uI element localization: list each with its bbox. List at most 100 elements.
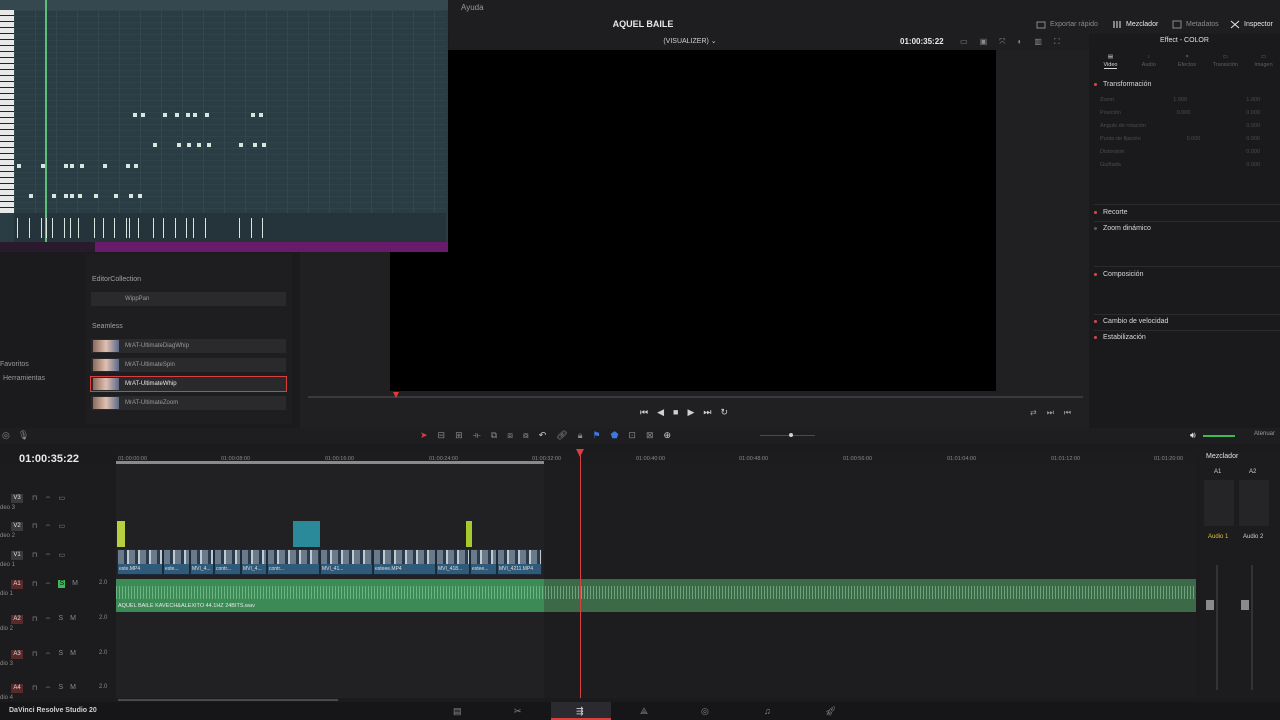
lock-icon[interactable]: ⊓ [32, 551, 37, 559]
lock-icon[interactable]: ⊓ [32, 684, 37, 692]
volume-icon[interactable]: 🔊︎ [1190, 430, 1196, 441]
inspector-button[interactable]: Inspector [1230, 20, 1273, 29]
lock-icon[interactable]: ⊓ [32, 494, 37, 502]
fusion-page-icon[interactable]: ⟁ [640, 706, 648, 717]
section-transform[interactable]: Transformación [1094, 81, 1280, 88]
video-clip[interactable]: MVI_41... [320, 549, 373, 575]
effect-item[interactable]: MrAT-UltimateZoom [91, 396, 286, 410]
section-stabilization[interactable]: Estabilización [1094, 334, 1280, 341]
video-clip[interactable]: MVI_4... [241, 549, 267, 575]
section-speed-change[interactable]: Cambio de velocidad [1094, 318, 1280, 325]
velocity-bar[interactable] [193, 218, 194, 238]
midi-note[interactable] [17, 164, 21, 168]
monitor-icon[interactable]: ▭ [58, 522, 65, 530]
lock-icon[interactable]: ⊓ [32, 522, 37, 530]
video-clip[interactable]: MVI_418... [436, 549, 470, 575]
media-page-icon[interactable]: ▤ [453, 706, 462, 717]
mixer-button[interactable]: Mezclador [1112, 20, 1158, 29]
auto-select-icon[interactable]: ⇔ [44, 551, 51, 559]
track-id-badge[interactable]: A2 [11, 615, 23, 624]
match-frame-icon[interactable]: ⇄ [1030, 408, 1037, 418]
zoom-detail-icon[interactable]: ⊠ [646, 430, 654, 441]
velocity-bar[interactable] [251, 218, 252, 238]
midi-note[interactable] [80, 164, 84, 168]
section-dynamic-zoom[interactable]: Zoom dinámico [1094, 225, 1280, 232]
velocity-bar[interactable] [29, 218, 30, 238]
piano-roll-grid[interactable] [14, 10, 446, 213]
midi-note[interactable] [41, 164, 45, 168]
prev-edit-icon[interactable]: ⏮ [1064, 408, 1071, 418]
param-row[interactable]: Guiñada 0.000 [1100, 162, 1260, 168]
midi-note[interactable] [153, 143, 157, 147]
lock-icon[interactable]: ⊓ [32, 580, 37, 588]
mute-button[interactable]: M [70, 684, 76, 692]
viewer-playhead[interactable] [393, 392, 399, 398]
video-clip[interactable]: este... [163, 549, 190, 575]
v2-clip[interactable] [293, 521, 320, 547]
midi-note[interactable] [141, 113, 145, 117]
skip-end-icon[interactable]: ⏭ [703, 407, 711, 418]
auto-select-icon[interactable]: ⇔ [44, 522, 51, 530]
zoom-custom-icon[interactable]: ⊕ [663, 430, 671, 441]
midi-note[interactable] [29, 194, 33, 198]
dynamic-trim-icon[interactable]: ⊞ [455, 430, 463, 441]
midi-note[interactable] [64, 194, 68, 198]
lock-icon[interactable]: ⊓ [32, 615, 37, 623]
overwrite-icon[interactable]: ⧈ [507, 430, 513, 441]
mute-button[interactable]: M [70, 615, 76, 623]
track-id-badge[interactable]: A1 [11, 580, 23, 589]
play-icon[interactable]: ▶ [687, 407, 694, 418]
blade-tool-icon[interactable]: ⟛ [473, 430, 481, 441]
section-composite[interactable]: Composición [1094, 271, 1280, 278]
zoom-slider-knob[interactable] [789, 433, 793, 437]
zoom-slider[interactable] [760, 435, 815, 436]
midi-note[interactable] [129, 194, 133, 198]
param-row[interactable]: Punto de fijación 0.000 0.000 [1100, 136, 1260, 142]
velocity-bar[interactable] [70, 218, 71, 238]
viewer-selector[interactable]: (VISUALIZER) ⌄ [640, 37, 740, 45]
video-clip[interactable]: MVI_4... [190, 549, 214, 575]
tab-effects[interactable]: ✦ Efectos [1171, 54, 1204, 69]
auto-select-icon[interactable]: ⇔ [44, 494, 51, 502]
trim-tool-icon[interactable]: ⊟ [438, 430, 446, 441]
viewer-fullscreen-icon[interactable]: ⛶ [1054, 37, 1060, 47]
piano-keys[interactable] [0, 10, 14, 213]
selection-tool-icon[interactable]: ➤ [420, 430, 428, 441]
track-id-badge[interactable]: A3 [11, 650, 23, 659]
midi-note[interactable] [163, 113, 167, 117]
color-page-icon[interactable]: ◎ [701, 706, 709, 717]
velocity-bar[interactable] [46, 218, 47, 238]
auto-select-icon[interactable]: ⇔ [44, 580, 51, 588]
in-out-range[interactable] [116, 461, 544, 464]
video-clip[interactable]: esteee.MP4 [373, 549, 436, 575]
tab-image[interactable]: ▭ Imagen [1247, 54, 1280, 69]
velocity-bar[interactable] [129, 218, 130, 238]
viewer-color-icon[interactable]: ◐ [1018, 37, 1023, 47]
track-id-badge[interactable]: V2 [11, 522, 23, 531]
param-row[interactable]: Distorsión 0.000 [1100, 149, 1260, 155]
auto-select-icon[interactable]: ⇔ [44, 650, 51, 658]
midi-note[interactable] [126, 164, 130, 168]
timeline-playhead[interactable] [576, 449, 584, 457]
stop-icon[interactable]: ■ [673, 407, 678, 418]
velocity-bar[interactable] [64, 218, 65, 238]
marker-icon[interactable]: ⬟ [611, 430, 619, 441]
adjustment-clip[interactable] [466, 521, 472, 547]
viewer-scrubber[interactable] [308, 396, 1083, 398]
midi-note[interactable] [239, 143, 243, 147]
skip-start-icon[interactable]: ⏮ [640, 407, 648, 418]
step-back-icon[interactable]: ◀ [657, 407, 664, 418]
lock-icon[interactable]: 🔒︎ [578, 430, 583, 441]
video-clip[interactable]: estee... [470, 549, 497, 575]
nav-tools[interactable]: Herramientas [3, 375, 45, 382]
flag-icon[interactable]: ⚑ [592, 430, 600, 441]
solo-button[interactable]: S [58, 684, 63, 692]
velocity-bar[interactable] [175, 218, 176, 238]
velocity-bar[interactable] [239, 218, 240, 238]
next-edit-icon[interactable]: ⏭ [1047, 408, 1054, 418]
midi-note[interactable] [138, 194, 142, 198]
mic-icon[interactable]: 🎙︎ [18, 430, 29, 441]
midi-note[interactable] [175, 113, 179, 117]
track-id-badge[interactable]: V3 [11, 494, 23, 503]
video-clip[interactable]: MVI_4211.MP4 [497, 549, 542, 575]
